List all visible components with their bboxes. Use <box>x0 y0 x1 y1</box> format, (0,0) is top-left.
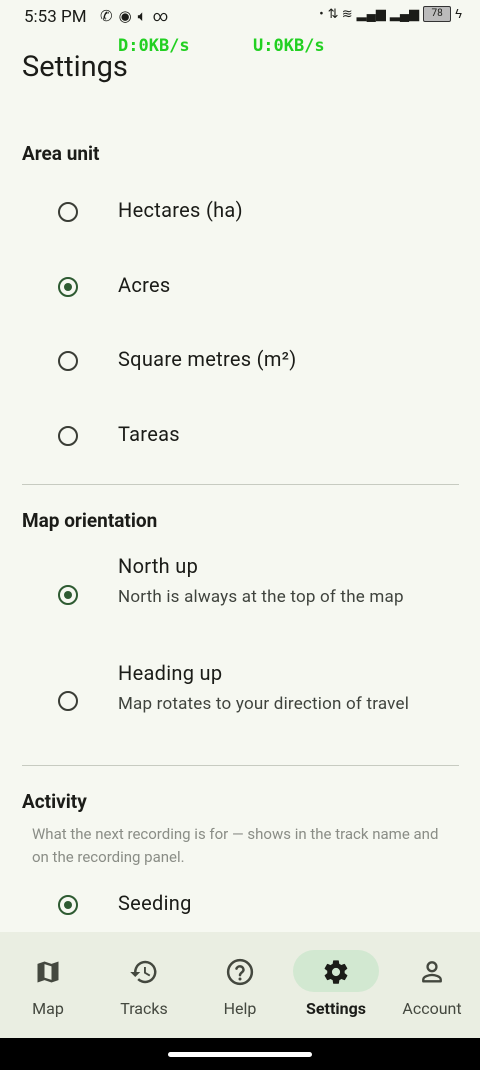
bottom-navigation: Map Tracks Help Settings Account <box>0 932 480 1038</box>
app-notification-icon: ◉ <box>118 7 132 25</box>
activity-option-seeding[interactable]: Seeding <box>0 875 480 931</box>
gear-icon <box>320 958 352 986</box>
status-bar: 5:53 PM ✆ ◉ 🔈︎ ∞ • ⇅ ≋ ▂▄▆ ▂▄▆ 78 ϟ <box>0 0 480 34</box>
orientation-option-heading-up[interactable]: Heading up Map rotates to your direction… <box>0 659 480 749</box>
notification-icons: ✆ ◉ 🔈︎ ∞ <box>100 7 168 25</box>
area-unit-title: Area unit <box>22 142 100 165</box>
option-label: Square metres (m²) <box>118 347 297 371</box>
dot-icon: • <box>319 6 324 22</box>
nav-label: Account <box>402 999 462 1018</box>
map-icon <box>32 958 64 986</box>
nav-map[interactable]: Map <box>0 932 96 1038</box>
nav-label: Tracks <box>120 999 168 1018</box>
radio-tareas[interactable] <box>58 426 78 446</box>
home-gesture-handle[interactable] <box>168 1052 312 1057</box>
area-option-square-metres[interactable]: Square metres (m²) <box>0 331 480 391</box>
charging-icon: ϟ <box>455 7 462 22</box>
divider <box>22 765 459 766</box>
gesture-bar <box>0 1038 480 1070</box>
system-icons: • ⇅ ≋ ▂▄▆ ▂▄▆ 78 ϟ <box>319 6 462 22</box>
download-speed: D:0KB/s <box>118 36 190 56</box>
option-label: Acres <box>118 273 171 297</box>
page-title: Settings <box>22 50 128 84</box>
battery-icon: 78 <box>423 6 452 22</box>
map-orientation-title: Map orientation <box>22 509 158 532</box>
person-icon <box>416 958 448 986</box>
radio-heading-up[interactable] <box>58 691 78 711</box>
wifi-icon: ⇅ ≋ <box>327 6 353 22</box>
option-label: Heading up <box>118 661 223 685</box>
divider <box>22 484 459 485</box>
radio-acres[interactable] <box>58 277 78 297</box>
area-option-tareas[interactable]: Tareas <box>0 406 480 466</box>
option-description: North is always at the top of the map <box>118 587 404 607</box>
link-icon: ∞ <box>152 7 169 25</box>
upload-speed: U:0KB/s <box>253 36 325 56</box>
nav-label: Settings <box>306 999 366 1018</box>
option-label: North up <box>118 554 199 578</box>
radio-square-metres[interactable] <box>58 351 78 371</box>
signal-icon-2: ▂▄▆ <box>389 7 420 22</box>
orientation-option-north-up[interactable]: North up North is always at the top of t… <box>0 552 480 642</box>
whatsapp-icon: ✆ <box>100 7 113 25</box>
area-option-hectares[interactable]: Hectares (ha) <box>0 182 480 242</box>
option-description: Map rotates to your direction of travel <box>118 694 410 714</box>
nav-account[interactable]: Account <box>384 932 480 1038</box>
option-label: Tareas <box>118 422 180 446</box>
option-label: Seeding <box>118 891 192 915</box>
activity-description: What the next recording is for — shows i… <box>32 825 439 866</box>
nav-help[interactable]: Help <box>192 932 288 1038</box>
help-icon <box>224 958 256 986</box>
radio-seeding[interactable] <box>58 895 78 915</box>
nav-label: Help <box>223 999 257 1018</box>
area-option-acres[interactable]: Acres <box>0 257 480 317</box>
nav-label: Map <box>32 999 64 1018</box>
radio-north-up[interactable] <box>58 585 78 605</box>
nav-tracks[interactable]: Tracks <box>96 932 192 1038</box>
activity-title: Activity <box>22 790 87 813</box>
history-icon <box>128 958 160 986</box>
volume-icon: 🔈︎ <box>137 7 147 25</box>
status-time: 5:53 PM <box>24 7 87 27</box>
option-label: Hectares (ha) <box>118 198 243 222</box>
radio-hectares[interactable] <box>58 202 78 222</box>
nav-settings[interactable]: Settings <box>288 932 384 1038</box>
signal-icon: ▂▄▆ <box>356 7 386 22</box>
